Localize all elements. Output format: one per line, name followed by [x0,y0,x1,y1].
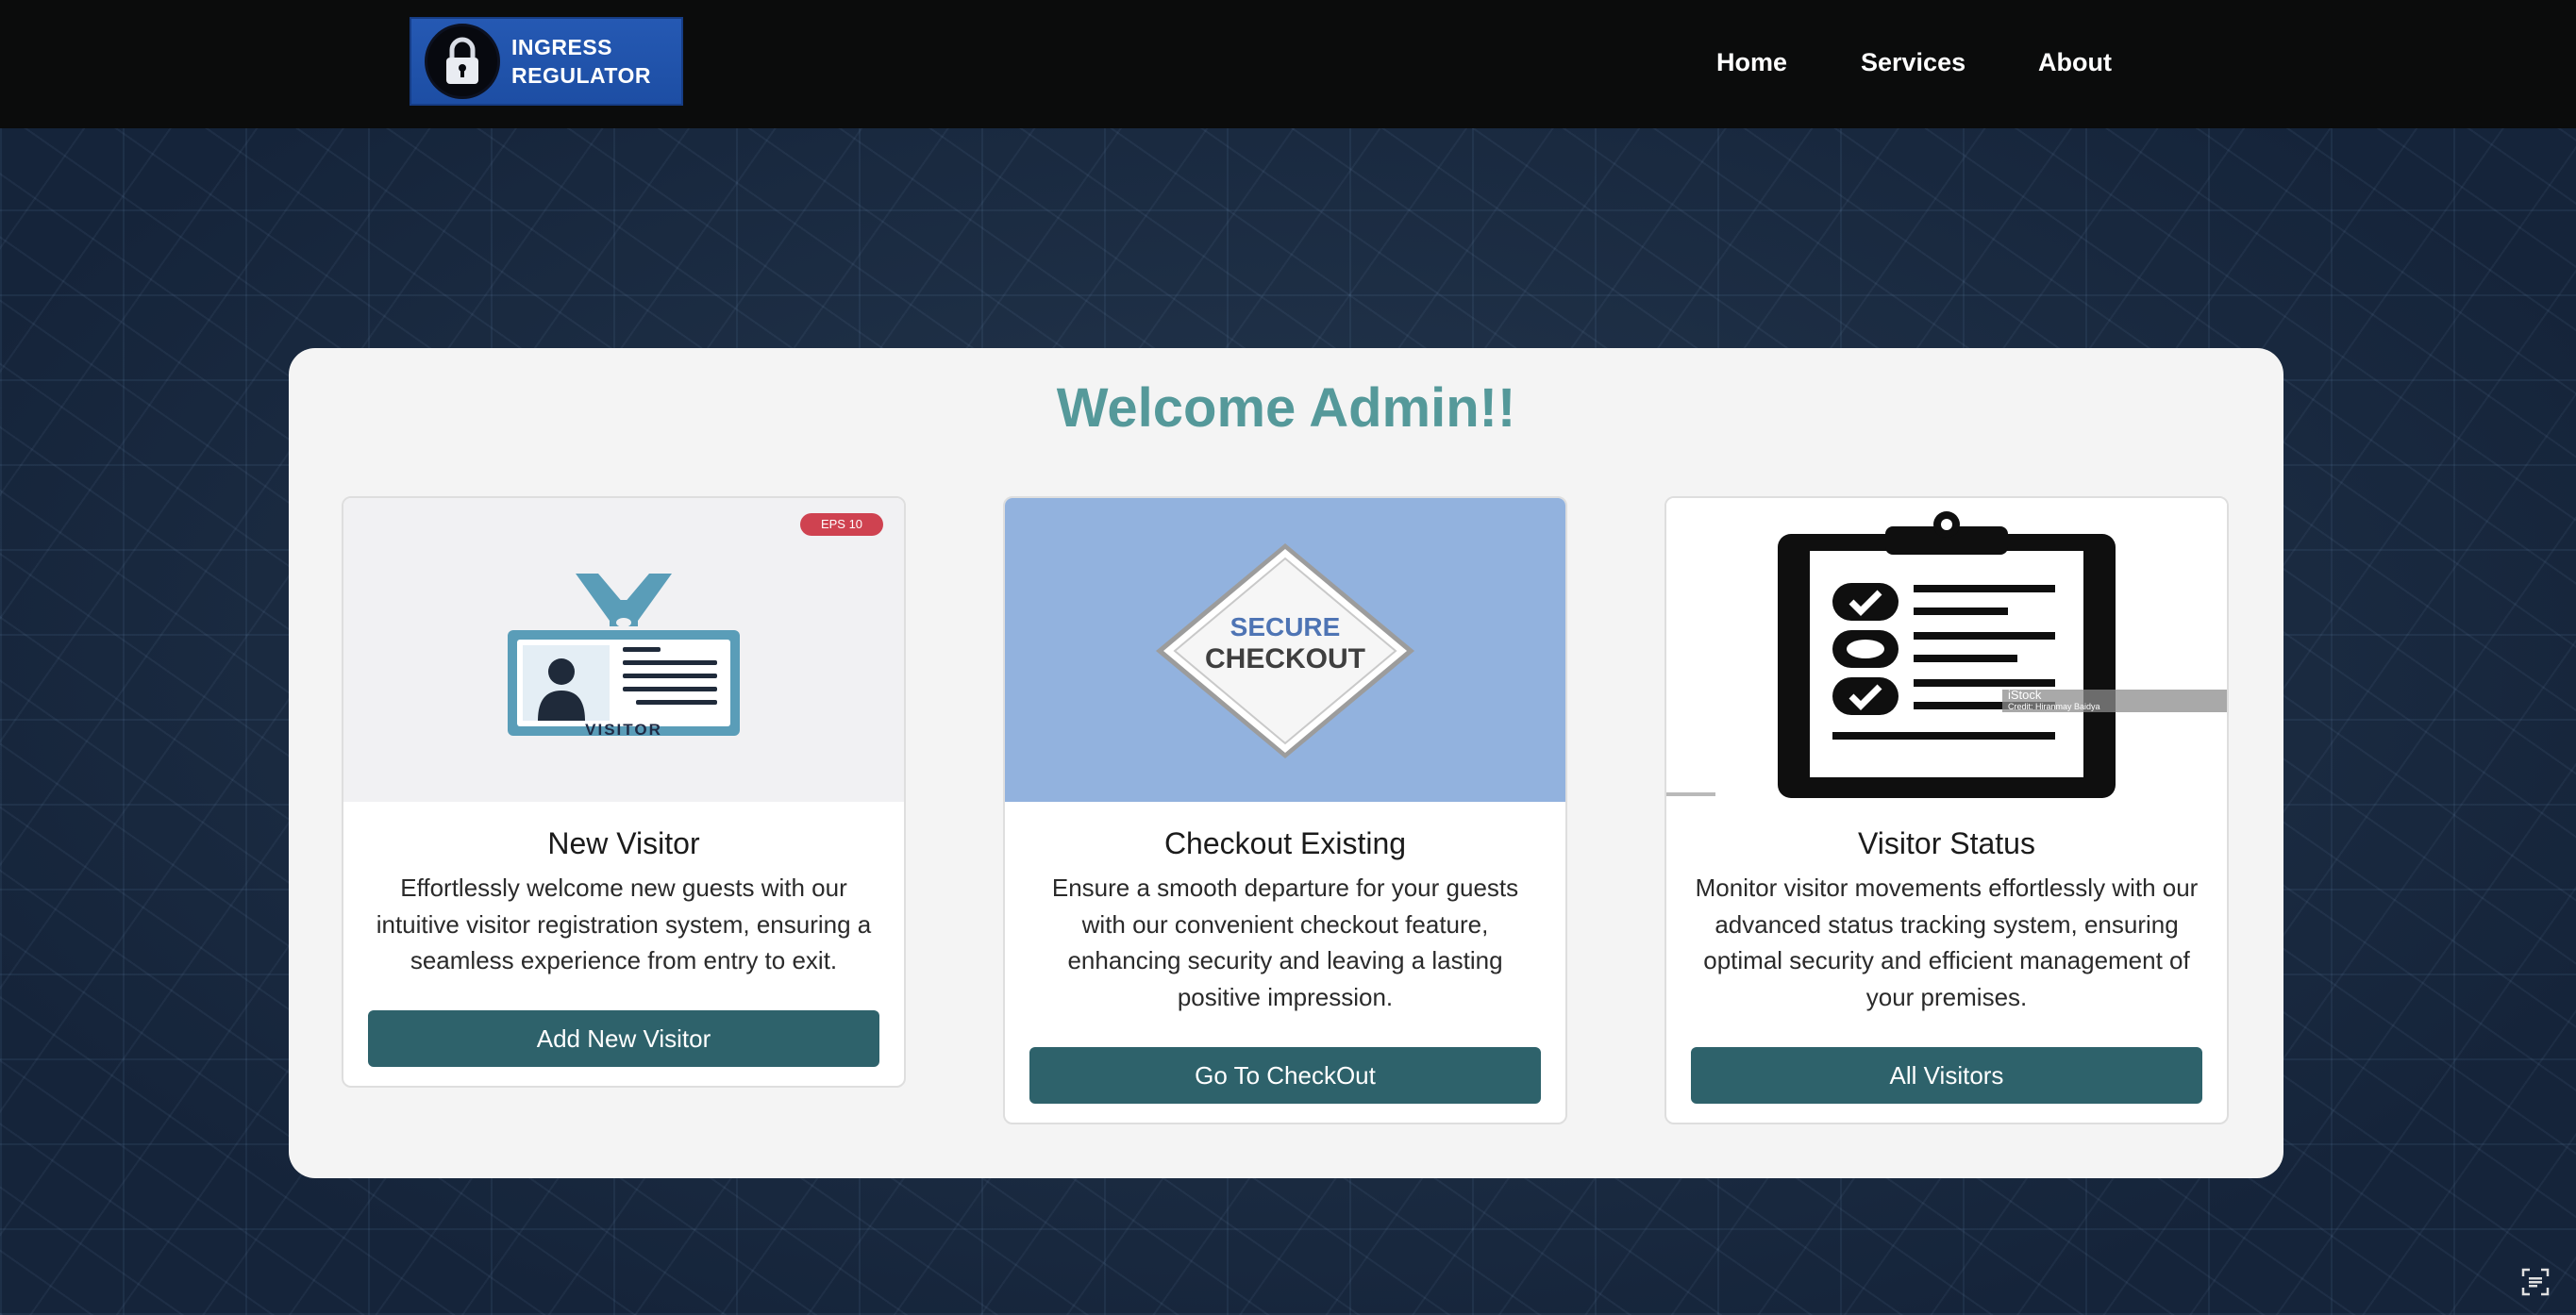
card-description: Ensure a smooth departure for your guest… [1051,874,1519,1011]
new-visitor-image: EPS 10 VISITOR [343,498,904,802]
nav-services-link[interactable]: Services [1861,42,1965,83]
stock-watermark: iStock Credit: Hiranmay Baidya [2002,688,2227,712]
add-new-visitor-button[interactable]: Add New Visitor [368,1010,879,1067]
nav-about-link[interactable]: About [2038,42,2112,83]
card-visitor-status: iStock Credit: Hiranmay Baidya Visitor S… [1664,496,2229,1124]
image-progress-mark [1666,792,1715,796]
navbar: INGRESS REGULATOR Home Services About [0,0,2576,128]
visitor-caption: VISITOR [585,721,662,739]
sign-line-2: CHECKOUT [1205,643,1365,674]
visitor-status-image: iStock Credit: Hiranmay Baidya [1666,498,2227,802]
scan-text-icon[interactable] [2521,1268,2550,1296]
card-new-visitor: EPS 10 VISITOR New Visitor Effortlessly … [342,496,906,1088]
sign-line-1: SECURE [1230,612,1341,641]
go-to-checkout-button[interactable]: Go To CheckOut [1029,1047,1541,1104]
nav-links: Home Services About [0,42,2576,83]
welcome-heading: Welcome Admin!! [1056,377,1516,439]
dashboard-panel: Welcome Admin!! EPS 10 VISITOR New Visit… [289,348,2283,1178]
watermark-credit: Credit: Hiranmay Baidya [2008,702,2100,711]
card-title: Checkout Existing [1163,826,1407,860]
nav-home-link[interactable]: Home [1716,42,1787,83]
card-description: Monitor visitor movements effortlessly w… [1695,874,2199,1011]
card-title: Visitor Status [1858,826,2035,860]
all-visitors-button[interactable]: All Visitors [1691,1047,2202,1104]
checkout-image: SECURE CHECKOUT [1005,498,1565,802]
card-checkout-existing: SECURE CHECKOUT Checkout Existing Ensure… [1003,496,1567,1124]
visitor-badge-icon [508,574,740,736]
watermark-text: iStock [2008,688,2042,702]
clipboard-checklist-icon [1778,511,2116,798]
secure-checkout-sign-icon: SECURE CHECKOUT [1156,543,1414,758]
card-title: New Visitor [547,826,700,860]
card-description: Effortlessly welcome new guests with our… [376,874,872,974]
